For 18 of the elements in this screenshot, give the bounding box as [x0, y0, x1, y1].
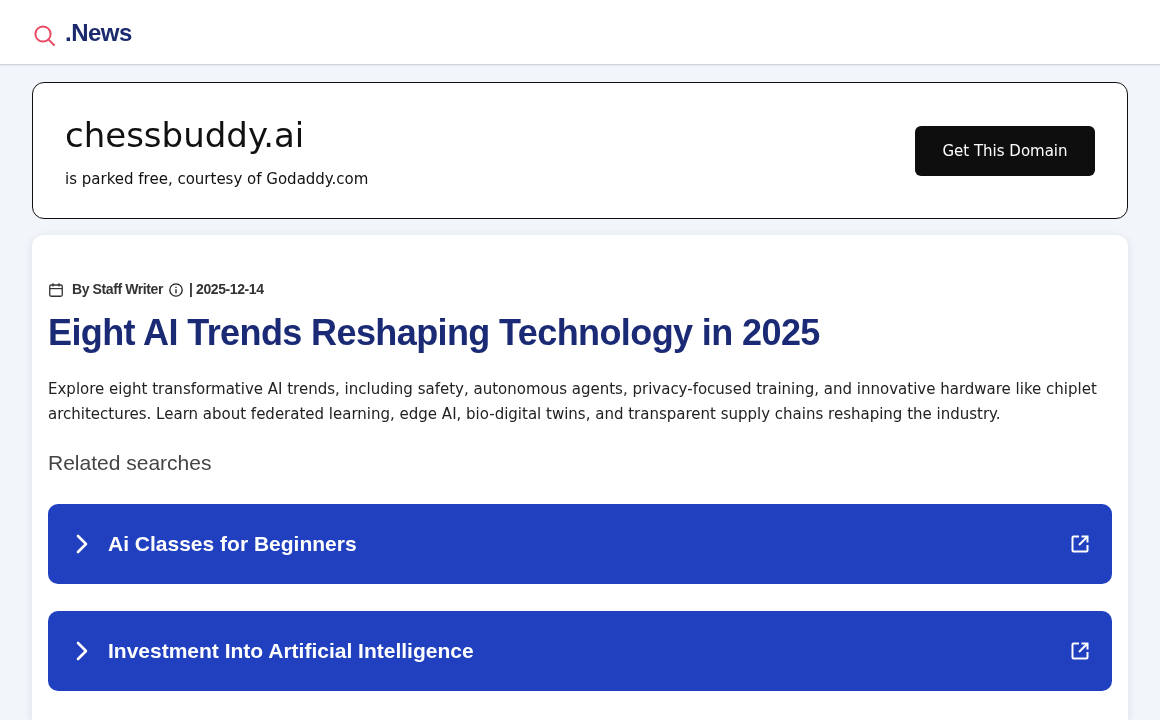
domain-name: chessbuddy.ai — [65, 113, 306, 157]
related-search-link[interactable]: Investment Into Artificial Intelligence — [48, 611, 1112, 691]
external-link-icon — [1070, 534, 1090, 554]
article-title: Eight AI Trends Reshaping Technology in 2025 — [48, 311, 821, 355]
chevron-right-icon — [76, 641, 88, 661]
related-search-link[interactable]: Ai Classes for Beginners — [48, 504, 1112, 584]
search-icon — [34, 24, 55, 46]
author-byline: By Staff Writer — [72, 281, 163, 297]
chevron-right-icon — [76, 534, 88, 554]
related-heading: Related searches — [48, 450, 213, 476]
get-domain-button[interactable]: Get This Domain — [915, 125, 1095, 176]
site-logo[interactable]: .News — [65, 19, 132, 47]
calendar-icon — [49, 282, 63, 297]
info-icon — [169, 282, 183, 297]
article-summary: Explore eight transformative AI trends, including safety, autonomous agents, privacy-focused training, and innovative hardware like chiplet architectures. Learn about federated learning, edge AI, bio-digital twins, and transparent supply chains reshaping the industry. — [48, 379, 1098, 425]
publish-date: | 2025-12-14 — [189, 281, 264, 297]
external-link-icon — [1070, 641, 1090, 661]
parked-note: is parked free, courtesy of Godaddy.com — [65, 168, 369, 189]
